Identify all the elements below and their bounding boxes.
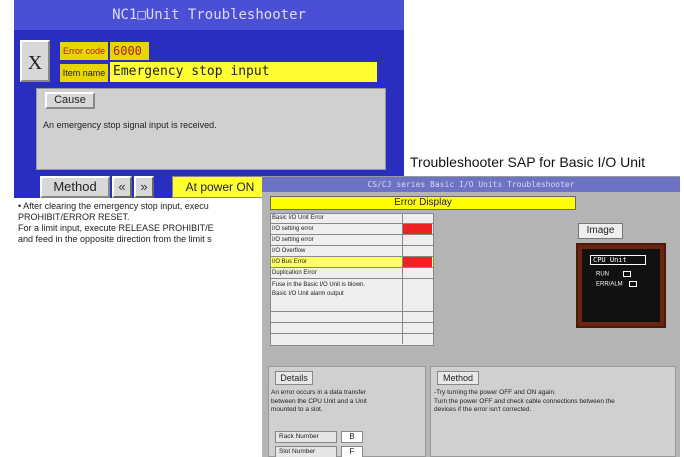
error-flag (402, 224, 432, 234)
error-row-label: I/O setting error (272, 237, 314, 243)
error-row[interactable]: Basic I/O Unit Error (270, 213, 434, 224)
unit-image-screen: CPU Unit RUN ERR/ALM (582, 249, 660, 322)
slot-number-value: F (341, 446, 363, 457)
run-led-icon (623, 271, 631, 277)
erralm-indicator: ERR/ALM (596, 281, 637, 288)
method-text: -Try turning the power OFF and ON again.… (434, 389, 615, 415)
error-row-empty[interactable] (270, 334, 434, 345)
error-flag (402, 323, 432, 333)
error-row[interactable]: I/O Overflow (270, 246, 434, 257)
erralm-led-icon (628, 281, 637, 287)
close-button[interactable]: X (20, 40, 50, 82)
window-title: NC1□Unit Troubleshooter (14, 0, 404, 30)
error-flag (402, 235, 432, 245)
unit-image: CPU Unit RUN ERR/ALM (576, 243, 666, 328)
run-indicator: RUN (596, 271, 631, 278)
error-row-empty[interactable] (270, 312, 434, 323)
method-line: Turn the power OFF and check cable conne… (434, 397, 615, 405)
method-line: -Try turning the power OFF and ON again. (434, 389, 556, 396)
error-row[interactable]: Duplication Error (270, 268, 434, 279)
window-title: CS/CJ series Basic I/O Units Troubleshoo… (262, 177, 680, 192)
next-arrow-icon[interactable]: » (134, 176, 154, 198)
erralm-label: ERR/ALM (596, 281, 623, 288)
method-button[interactable]: Method (437, 371, 479, 385)
cause-panel: Cause An emergency stop signal input is … (36, 88, 386, 170)
error-code-label: Error code (60, 42, 108, 60)
details-line: An error occurs in a data transfer (271, 389, 367, 396)
error-code-value: 6000 (110, 42, 149, 60)
error-flag (402, 312, 432, 322)
rack-number-value: B (341, 431, 363, 443)
error-row-label: I/O Overflow (272, 248, 306, 254)
method-panel: Method -Try turning the power OFF and ON… (430, 366, 676, 457)
slot-number-label: Slot Number (275, 446, 337, 457)
image-button[interactable]: Image (578, 223, 623, 239)
error-flag (402, 334, 432, 344)
error-row-empty[interactable] (270, 323, 434, 334)
details-panel: Details An error occurs in a data transf… (268, 366, 426, 457)
cpu-unit-label: CPU Unit (590, 255, 646, 265)
error-flag (402, 213, 432, 223)
timing-indicator: At power ON (172, 176, 268, 198)
error-list: Basic I/O Unit Error I/O setting error I… (270, 213, 434, 345)
error-flag (402, 246, 432, 256)
details-line: between the CPU Unit and a Unit (271, 397, 367, 405)
error-row-label: Duplication Error (272, 270, 317, 276)
item-name-label: Item name (60, 64, 108, 82)
method-button[interactable]: Method (40, 176, 110, 198)
run-label: RUN (596, 271, 609, 278)
error-row[interactable]: I/O setting error (270, 235, 434, 246)
sap-troubleshooter-window: CS/CJ series Basic I/O Units Troubleshoo… (262, 176, 680, 457)
error-flag (402, 257, 432, 267)
figure-caption: Troubleshooter SAP for Basic I/O Unit (410, 154, 645, 170)
error-row-label: Basic I/O Unit Error (272, 215, 324, 221)
method-line: devices if the error isn't corrected. (434, 406, 532, 413)
error-row[interactable]: I/O setting error (270, 224, 434, 235)
error-flag (402, 279, 432, 311)
item-name-value: Emergency stop input (110, 62, 377, 82)
cause-text: An emergency stop signal input is receiv… (43, 120, 217, 130)
error-flag (402, 268, 432, 278)
error-row-label: I/O setting error (272, 226, 314, 232)
error-row-selected[interactable]: I/O Bus Error (270, 257, 434, 268)
error-row-description[interactable]: Fuse in the Basic I/O Unit is blown. Bas… (270, 279, 434, 312)
prev-arrow-icon[interactable]: « (112, 176, 132, 198)
rack-number-label: Rack Number (275, 431, 337, 443)
error-row-label: I/O Bus Error (272, 259, 308, 265)
details-line: mounted to a slot. (271, 406, 323, 413)
details-button[interactable]: Details (275, 371, 313, 385)
details-text: An error occurs in a data transfer betwe… (271, 389, 367, 415)
error-display-header: Error Display (270, 196, 576, 210)
cause-button[interactable]: Cause (45, 92, 95, 109)
